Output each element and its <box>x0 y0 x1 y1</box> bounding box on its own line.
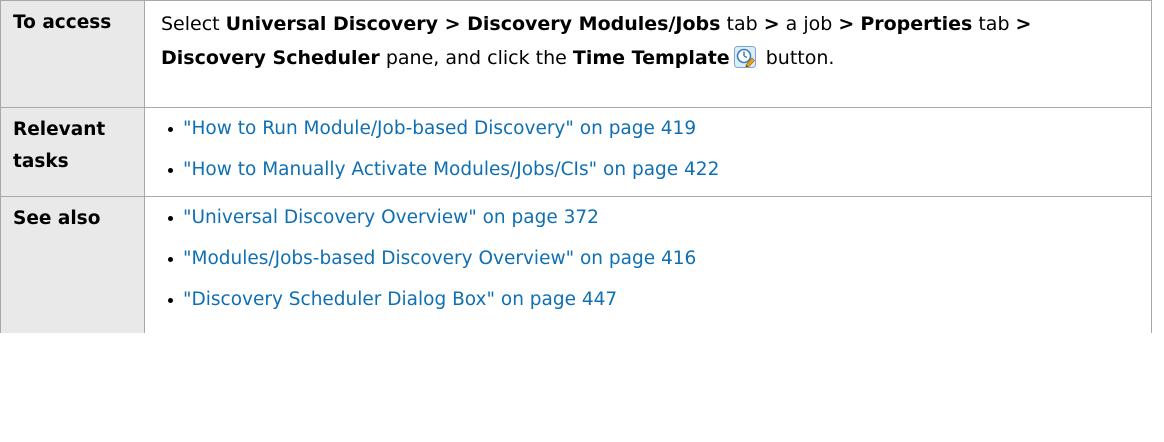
relevant-tasks-list: "How to Run Module/Job-based Discovery" … <box>161 114 1135 196</box>
list-item: "Discovery Scheduler Dialog Box" on page… <box>161 285 1135 326</box>
nav-universal-discovery: Universal Discovery <box>225 13 438 35</box>
list-item: "How to Run Module/Job-based Discovery" … <box>161 114 1135 155</box>
nav-time-template: Time Template <box>572 47 730 69</box>
see-also-row: See also "Universal Discovery Overview" … <box>0 196 1152 333</box>
relevant-tasks-content: "How to Run Module/Job-based Discovery" … <box>144 107 1152 197</box>
see-also-list: "Universal Discovery Overview" on page 3… <box>161 203 1135 326</box>
info-table: To access Select Universal Discovery > D… <box>0 0 1152 333</box>
access-content: Select Universal Discovery > Discovery M… <box>144 0 1152 108</box>
relevant-tasks-row: Relevant tasks "How to Run Module/Job-ba… <box>0 107 1152 197</box>
link-manually-activate[interactable]: "How to Manually Activate Modules/Jobs/C… <box>183 159 719 180</box>
link-run-module-job-discovery[interactable]: "How to Run Module/Job-based Discovery" … <box>183 118 696 139</box>
link-universal-discovery-overview[interactable]: "Universal Discovery Overview" on page 3… <box>183 207 599 228</box>
access-row: To access Select Universal Discovery > D… <box>0 0 1152 108</box>
relevant-tasks-label: Relevant tasks <box>0 107 145 197</box>
list-item: "How to Manually Activate Modules/Jobs/C… <box>161 155 1135 196</box>
access-instructions: Select Universal Discovery > Discovery M… <box>161 13 1032 69</box>
link-modules-jobs-overview[interactable]: "Modules/Jobs-based Discovery Overview" … <box>183 248 696 269</box>
see-also-label: See also <box>0 196 145 333</box>
see-also-content: "Universal Discovery Overview" on page 3… <box>144 196 1152 333</box>
list-item: "Universal Discovery Overview" on page 3… <box>161 203 1135 244</box>
nav-properties: Properties <box>860 13 973 35</box>
nav-discovery-scheduler: Discovery Scheduler <box>161 47 380 69</box>
time-template-icon <box>733 45 756 68</box>
access-label: To access <box>0 0 145 108</box>
nav-discovery-modules-jobs: Discovery Modules/Jobs <box>467 13 721 35</box>
link-discovery-scheduler-dialog[interactable]: "Discovery Scheduler Dialog Box" on page… <box>183 289 617 310</box>
list-item: "Modules/Jobs-based Discovery Overview" … <box>161 244 1135 285</box>
